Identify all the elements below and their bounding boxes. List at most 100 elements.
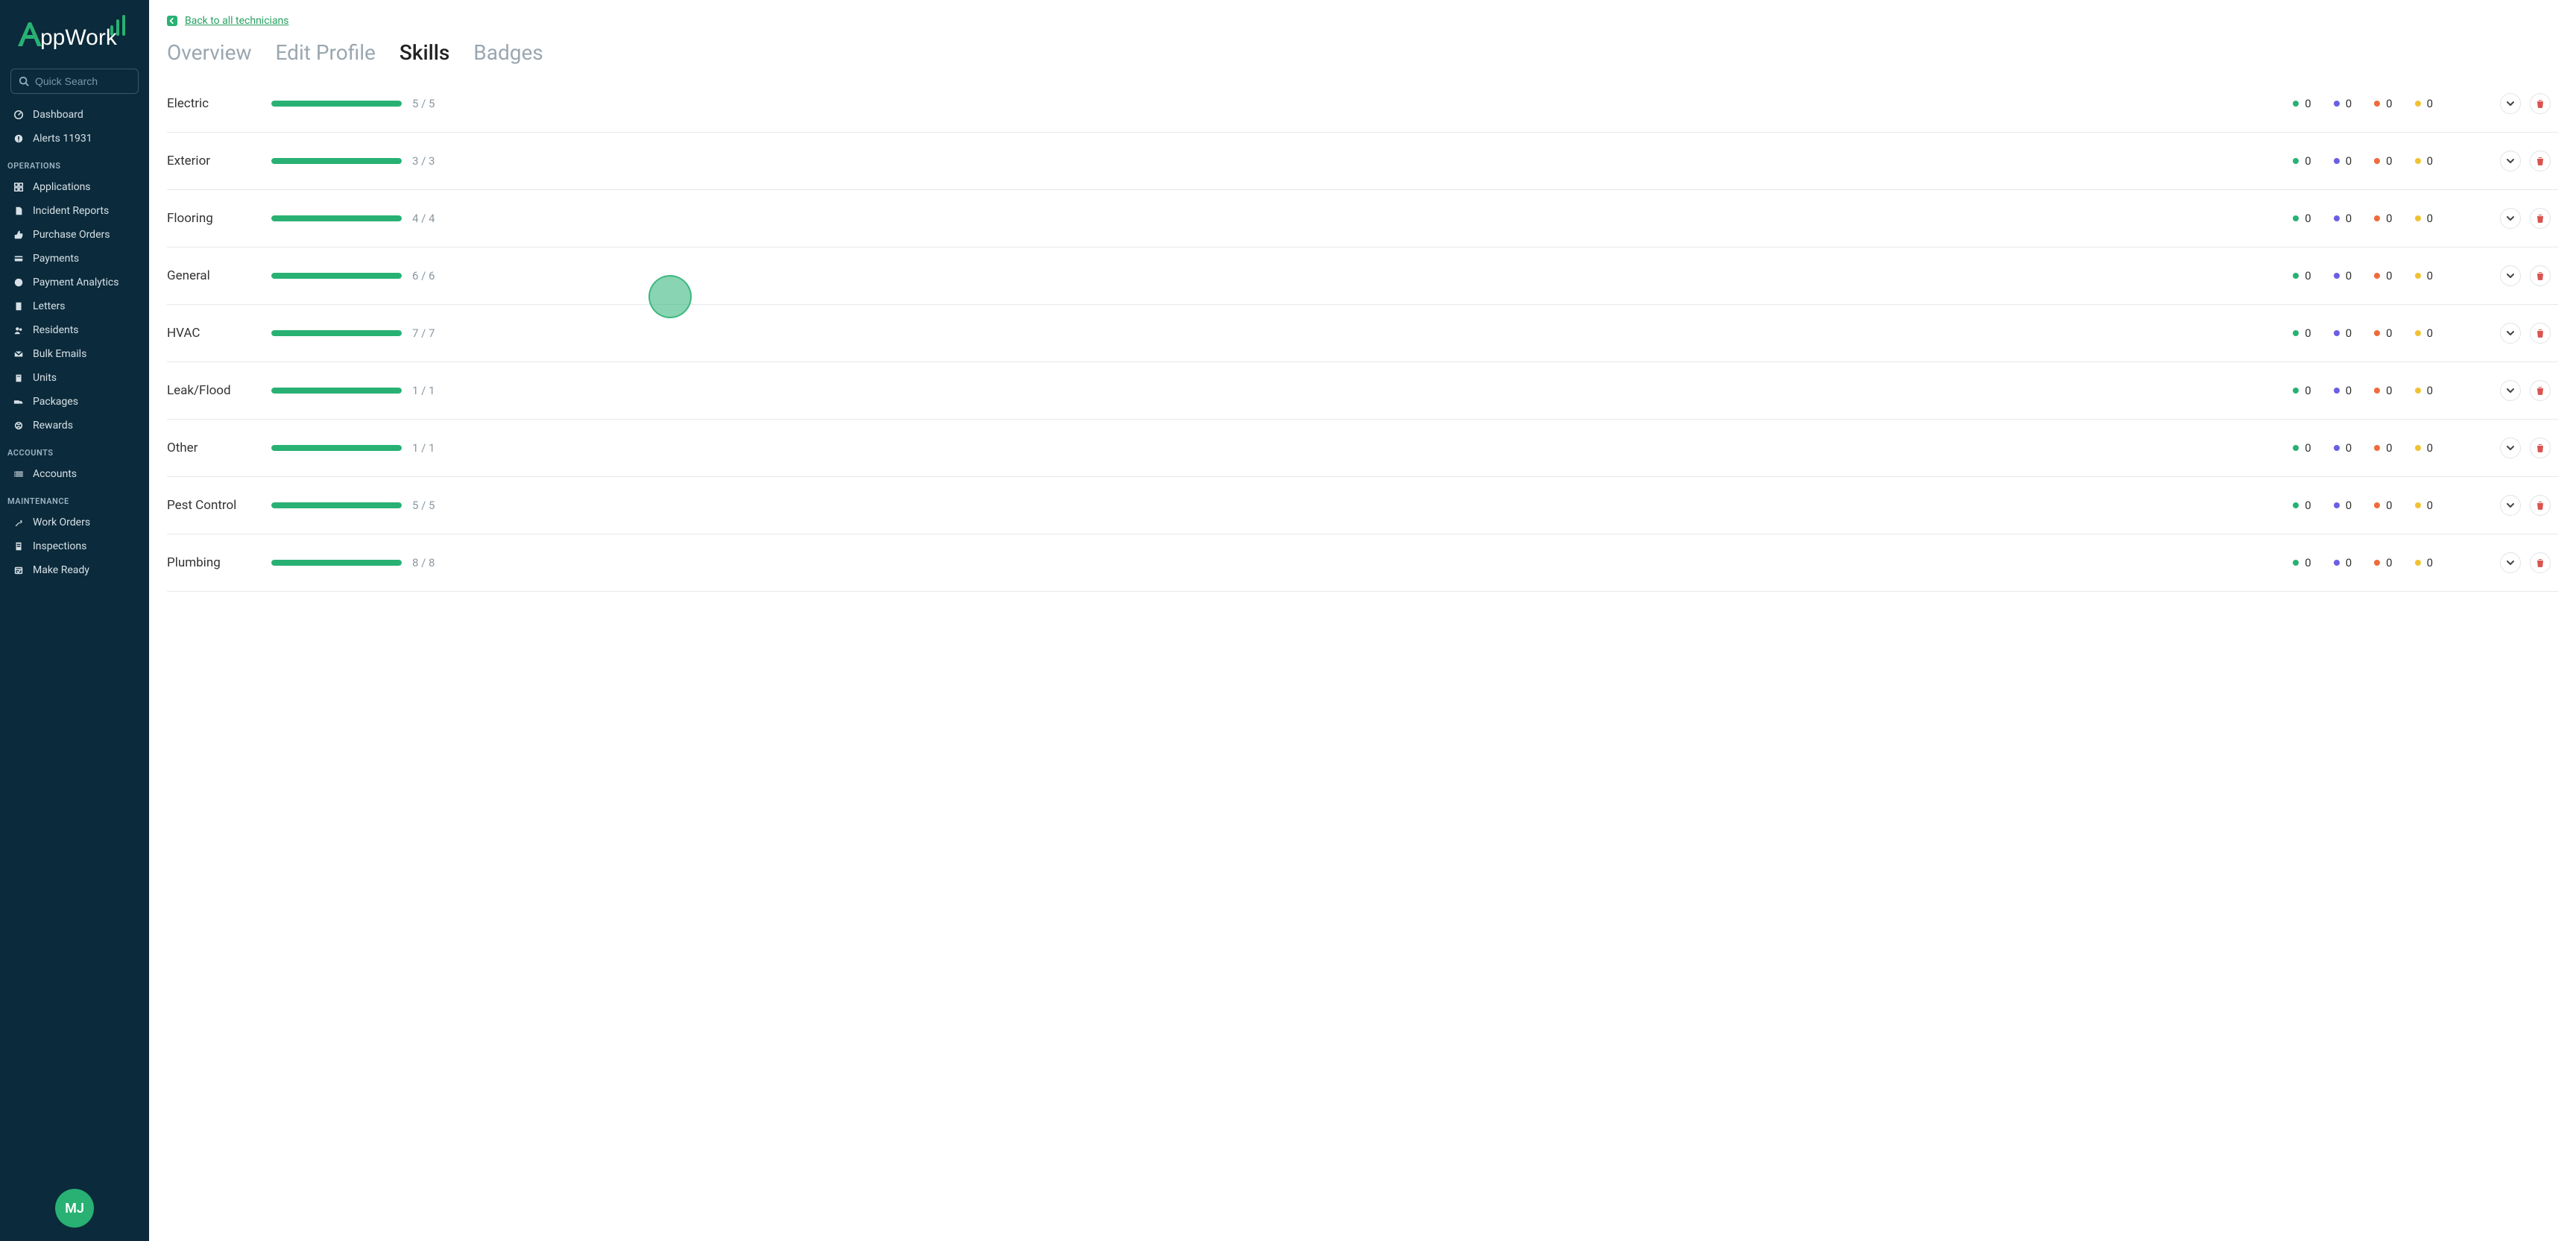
app-logo: ppWork (0, 13, 149, 69)
dot-purple-icon (2334, 445, 2340, 451)
nav-item-label: Incident Reports (33, 205, 109, 217)
dot-orange-icon (2374, 560, 2380, 566)
chevron-down-icon (2506, 558, 2515, 567)
delete-button[interactable] (2530, 380, 2551, 401)
delete-button[interactable] (2530, 208, 2551, 229)
skill-progress-bar (271, 330, 402, 336)
stat-yellow: 0 (2415, 556, 2433, 569)
delete-button[interactable] (2530, 323, 2551, 344)
dot-purple-icon (2334, 158, 2340, 164)
trash-icon (2536, 271, 2545, 280)
nav: DashboardAlerts 11931 OPERATIONSApplicat… (0, 103, 149, 1181)
expand-button[interactable] (2500, 380, 2521, 401)
nav-section-header: MAINTENANCE (0, 486, 149, 511)
nav-item-applications[interactable]: Applications (0, 175, 149, 199)
nav-item-label: Make Ready (33, 564, 89, 576)
skill-stats: 0 0 0 0 (2293, 556, 2433, 569)
delete-button[interactable] (2530, 93, 2551, 114)
nav-item-label: Payments (33, 253, 79, 265)
skill-row: Leak/Flood 1 / 1 0 0 0 0 (167, 362, 2558, 420)
stat-purple: 0 (2334, 441, 2352, 455)
skill-count: 4 / 4 (412, 212, 435, 225)
card-icon (13, 253, 24, 264)
search-input-wrap[interactable] (10, 69, 139, 94)
expand-button[interactable] (2500, 323, 2521, 344)
nav-item-units[interactable]: Units (0, 366, 149, 390)
skill-stats: 0 0 0 0 (2293, 499, 2433, 512)
nav-item-payment-analytics[interactable]: $Payment Analytics (0, 271, 149, 294)
skill-progress-bar (271, 388, 402, 394)
nav-item-rewards[interactable]: Rewards (0, 414, 149, 438)
expand-button[interactable] (2500, 438, 2521, 458)
tab-skills[interactable]: Skills (400, 40, 449, 65)
users-icon (13, 325, 24, 335)
stat-yellow: 0 (2415, 97, 2433, 110)
stat-purple: 0 (2334, 384, 2352, 397)
tab-edit-profile[interactable]: Edit Profile (276, 40, 376, 65)
dot-orange-icon (2374, 388, 2380, 394)
expand-button[interactable] (2500, 552, 2521, 573)
expand-button[interactable] (2500, 208, 2521, 229)
stat-purple: 0 (2334, 556, 2352, 569)
skill-name: Other (167, 440, 271, 455)
stat-orange: 0 (2374, 384, 2392, 397)
zodiac-icon (13, 420, 24, 431)
dot-yellow-icon (2415, 330, 2421, 336)
skill-count: 5 / 5 (412, 97, 435, 110)
delete-button[interactable] (2530, 495, 2551, 516)
trash-icon (2536, 214, 2545, 223)
delete-button[interactable] (2530, 151, 2551, 171)
truck-icon (13, 397, 24, 407)
stat-purple: 0 (2334, 212, 2352, 225)
dot-purple-icon (2334, 502, 2340, 508)
skill-progress-bar (271, 101, 402, 107)
chevron-down-icon (2506, 214, 2515, 223)
nav-item-make-ready[interactable]: Make Ready (0, 558, 149, 582)
nav-item-letters[interactable]: Letters (0, 294, 149, 318)
nav-item-work-orders[interactable]: Work Orders (0, 511, 149, 534)
avatar[interactable]: MJ (55, 1189, 94, 1228)
nav-item-inspections[interactable]: Inspections (0, 534, 149, 558)
list-icon (13, 469, 24, 479)
back-link[interactable]: Back to all technicians (167, 15, 289, 27)
dot-green-icon (2293, 273, 2299, 279)
delete-button[interactable] (2530, 265, 2551, 286)
delete-button[interactable] (2530, 438, 2551, 458)
skill-row: General 6 / 6 0 0 0 0 (167, 247, 2558, 305)
tab-overview[interactable]: Overview (167, 40, 252, 65)
thumb-icon (13, 230, 24, 240)
main-content: Back to all technicians Overview Edit Pro… (149, 0, 2576, 1241)
trash-icon (2536, 329, 2545, 338)
skill-count: 3 / 3 (412, 154, 435, 168)
dot-green-icon (2293, 158, 2299, 164)
chevron-down-icon (2506, 271, 2515, 280)
dollar-icon: $ (13, 277, 24, 288)
skill-progress-bar (271, 502, 402, 508)
nav-item-incident-reports[interactable]: Incident Reports (0, 199, 149, 223)
expand-button[interactable] (2500, 265, 2521, 286)
nav-item-label: Applications (33, 181, 91, 193)
nav-item-dashboard[interactable]: Dashboard (0, 103, 149, 127)
delete-button[interactable] (2530, 552, 2551, 573)
tab-badges[interactable]: Badges (473, 40, 543, 65)
expand-button[interactable] (2500, 495, 2521, 516)
search-input[interactable] (35, 75, 130, 87)
nav-item-bulk-emails[interactable]: Bulk Emails (0, 342, 149, 366)
dot-yellow-icon (2415, 502, 2421, 508)
nav-item-label: Accounts (33, 468, 77, 480)
skill-row: Exterior 3 / 3 0 0 0 0 (167, 133, 2558, 190)
chevron-down-icon (2506, 443, 2515, 452)
skills-list: Electric 5 / 5 0 0 0 0 Exterior 3 / 3 0 (167, 75, 2558, 592)
expand-button[interactable] (2500, 93, 2521, 114)
nav-item-alerts[interactable]: Alerts 11931 (0, 127, 149, 151)
skill-name: Exterior (167, 154, 271, 168)
nav-item-payments[interactable]: Payments (0, 247, 149, 271)
expand-button[interactable] (2500, 151, 2521, 171)
nav-item-packages[interactable]: Packages (0, 390, 149, 414)
stat-green: 0 (2293, 384, 2311, 397)
nav-item-purchase-orders[interactable]: Purchase Orders (0, 223, 149, 247)
nav-item-accounts[interactable]: Accounts (0, 462, 149, 486)
dot-yellow-icon (2415, 445, 2421, 451)
stat-orange: 0 (2374, 154, 2392, 168)
nav-item-residents[interactable]: Residents (0, 318, 149, 342)
